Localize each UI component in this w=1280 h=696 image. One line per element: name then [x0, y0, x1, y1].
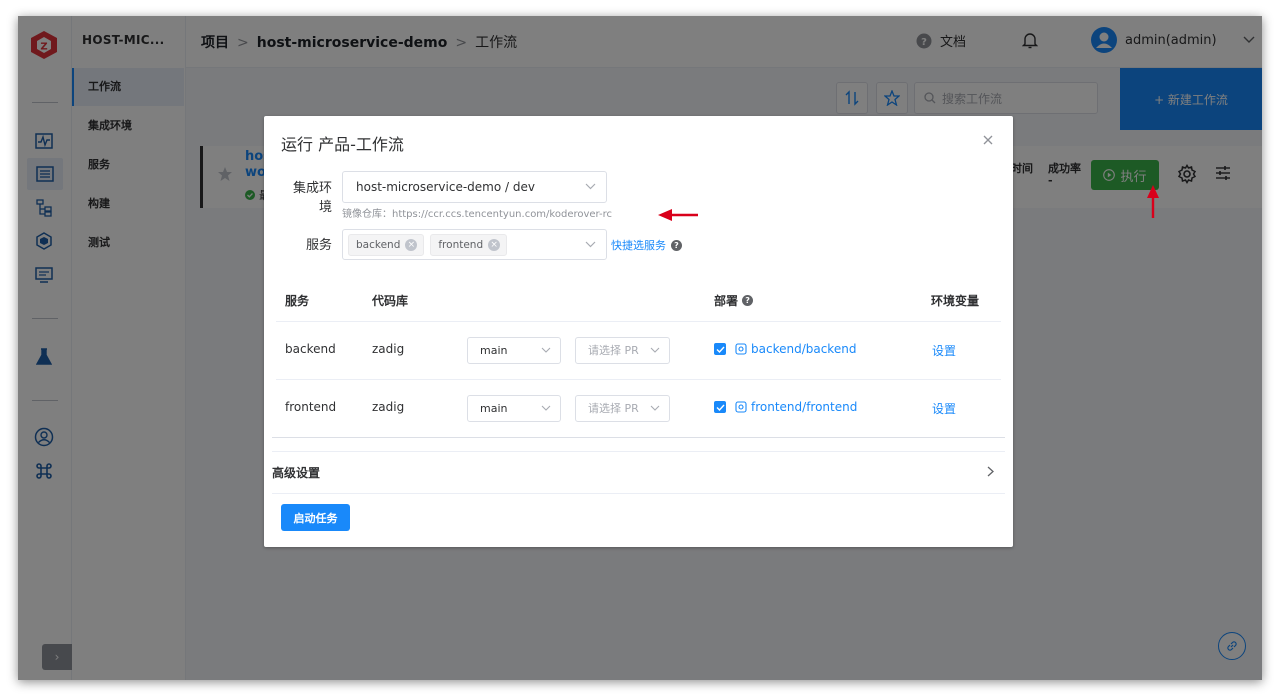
help-icon[interactable]: ? [671, 239, 682, 251]
annotation-arrow-up [1147, 185, 1159, 218]
service-tag: backend × [348, 233, 425, 256]
help-icon[interactable]: ? [742, 295, 754, 306]
pr-select[interactable]: 请选择 PR [575, 395, 670, 422]
start-task-button[interactable]: 启动任务 [281, 504, 350, 531]
chevron-down-icon [650, 347, 660, 353]
deploy-target[interactable]: backend/backend [735, 342, 856, 356]
column-env-vars: 环境变量 [931, 294, 980, 308]
service-icon [735, 401, 747, 413]
column-deploy: 部署? [714, 292, 754, 309]
chevron-right-icon[interactable] [987, 466, 994, 477]
table-divider [276, 379, 1001, 380]
section-divider [272, 493, 1005, 494]
advanced-settings-toggle[interactable]: 高级设置 [272, 464, 320, 481]
tag-remove-icon[interactable]: × [405, 238, 418, 251]
row-repo: zadig [372, 342, 405, 356]
service-multiselect[interactable]: backend × frontend × [342, 229, 607, 260]
check-icon [716, 346, 725, 353]
chevron-down-icon [541, 347, 551, 353]
run-workflow-dialog: 运行 产品-工作流 集成环境 host-microservice-demo / … [264, 116, 1013, 547]
deploy-target[interactable]: frontend/frontend [735, 400, 857, 414]
env-vars-settings-link[interactable]: 设置 [932, 400, 956, 417]
registry-hint: 镜像仓库：https://ccr.ccs.tencentyun.com/kode… [342, 209, 613, 220]
row-repo: zadig [372, 400, 405, 414]
deploy-checkbox[interactable] [714, 401, 726, 413]
env-select-value: host-microservice-demo / dev [356, 180, 535, 194]
dialog-title: 运行 产品-工作流 [281, 135, 404, 154]
pr-select[interactable]: 请选择 PR [575, 337, 670, 364]
annotation-arrow-left [658, 209, 698, 221]
service-tag: frontend × [430, 233, 508, 256]
branch-select[interactable]: main [467, 395, 561, 422]
close-icon[interactable] [982, 134, 994, 146]
quick-select-services[interactable]: 快捷选服务 ? [611, 237, 682, 253]
tag-remove-icon[interactable]: × [488, 238, 501, 251]
env-label: 集成环境 [292, 181, 332, 215]
table-divider [272, 437, 1005, 438]
table-divider [276, 321, 1001, 322]
env-vars-settings-link[interactable]: 设置 [932, 342, 956, 359]
row-service: backend [285, 342, 336, 356]
chevron-down-icon [650, 405, 660, 411]
section-divider [272, 451, 1005, 452]
service-icon [735, 343, 747, 355]
deploy-checkbox[interactable] [714, 343, 726, 355]
env-select[interactable]: host-microservice-demo / dev [342, 171, 607, 203]
service-label: 服务 [305, 238, 332, 253]
check-icon [716, 404, 725, 411]
chevron-down-icon [541, 405, 551, 411]
chevron-down-icon [585, 241, 596, 247]
branch-select[interactable]: main [467, 337, 561, 364]
column-service: 服务 [285, 294, 310, 308]
row-service: frontend [285, 400, 337, 414]
chevron-down-icon [585, 183, 596, 190]
column-repo: 代码库 [372, 294, 409, 308]
